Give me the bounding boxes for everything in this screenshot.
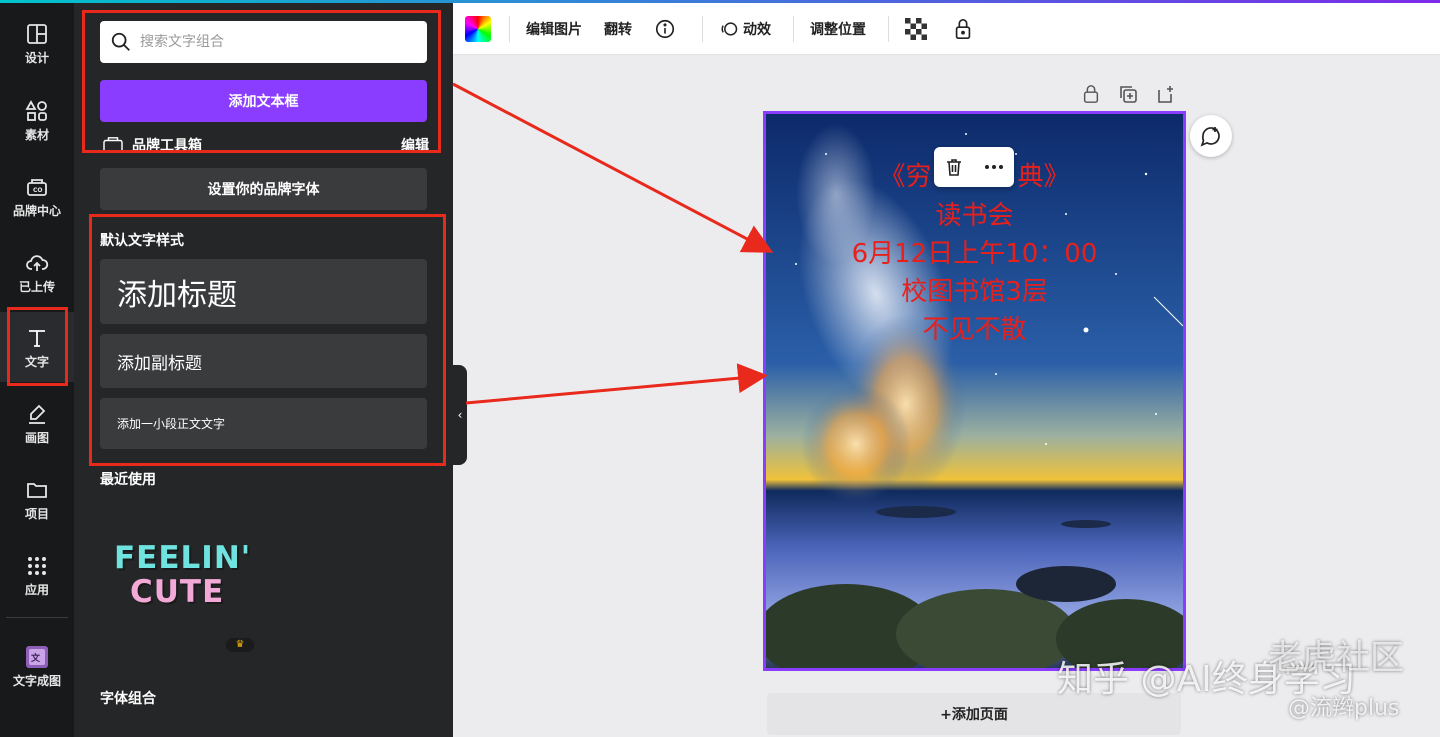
toolbar-divider xyxy=(793,15,794,42)
position-button[interactable]: 调整位置 xyxy=(810,19,866,39)
rail-item-text-to-image[interactable]: 文 文字成图 xyxy=(0,631,74,701)
design-canvas[interactable]: 《穷 典》 读书会 6月12日上午10：00 校图书馆3层 不见不散 xyxy=(763,111,1186,671)
transparency-button[interactable] xyxy=(905,17,931,40)
arrow-search-to-canvas xyxy=(452,82,774,253)
font-combos-title: 字体组合 xyxy=(100,691,156,707)
rail-label: 已上传 xyxy=(18,280,55,294)
color-picker-icon[interactable] xyxy=(465,15,491,42)
poster-line-time[interactable]: 6月12日上午10：00 xyxy=(766,233,1183,270)
lock-page-icon[interactable] xyxy=(1081,84,1101,104)
folder-icon xyxy=(27,483,47,498)
duplicate-page-icon[interactable] xyxy=(1118,84,1138,104)
apps-grid-icon xyxy=(28,557,46,575)
annotation-box-text-tab xyxy=(7,307,68,386)
svg-text:文: 文 xyxy=(30,652,41,664)
add-comment-button[interactable] xyxy=(1190,115,1232,157)
rail-label: 项目 xyxy=(24,507,49,521)
toolbar-divider xyxy=(702,15,703,42)
watermark-handle: @流辫plus xyxy=(1288,696,1400,721)
rail-item-apps[interactable]: 应用 xyxy=(0,540,74,610)
set-brand-font-button[interactable]: 设置你的品牌字体 xyxy=(100,168,427,210)
editor-toolbar: 编辑图片 翻转 动效 调整位置 xyxy=(453,3,1440,55)
annotation-box-default-styles xyxy=(89,214,446,466)
recent-combo-line1: FEELIN' xyxy=(114,540,252,576)
recent-title: 最近使用 xyxy=(100,472,156,488)
rail-item-design[interactable]: 设计 xyxy=(0,8,74,78)
rail-label: 文字成图 xyxy=(12,674,61,688)
shapes-icon xyxy=(25,100,47,121)
poster-title-end: 典》 xyxy=(1017,162,1070,192)
rail-item-projects[interactable]: 项目 xyxy=(0,464,74,534)
rail-item-uploads[interactable]: 已上传 xyxy=(0,237,74,307)
rail-label: 应用 xyxy=(24,583,49,597)
side-rail: 设计 素材 CO 品牌中心 已上传 文字 画图 项目 应用 文 文字成图 xyxy=(0,3,74,737)
watermark-site: 老虎社区 xyxy=(1268,638,1404,678)
rail-label: 品牌中心 xyxy=(12,204,61,218)
rail-label: 画图 xyxy=(24,431,49,445)
rail-divider xyxy=(6,617,68,618)
rail-item-elements[interactable]: 素材 xyxy=(0,85,74,155)
rail-item-draw[interactable]: 画图 xyxy=(0,388,74,458)
text-panel: 添加文本框 品牌工具箱 编辑 设置你的品牌字体 默认文字样式 添加标题 添加副标… xyxy=(74,3,453,737)
poster-line-location[interactable]: 校图书馆3层 xyxy=(766,271,1183,308)
animate-icon xyxy=(721,21,738,36)
page-tools xyxy=(1081,84,1175,104)
poster-line-event[interactable]: 读书会 xyxy=(766,195,1183,232)
element-context-menu xyxy=(934,147,1014,187)
recent-combo-line2: CUTE xyxy=(130,574,225,610)
animate-label: 动效 xyxy=(743,21,771,38)
annotation-box-search xyxy=(82,10,441,153)
toolbar-divider xyxy=(509,15,510,42)
arrow-styles-to-canvas xyxy=(465,363,768,405)
upload-cloud-icon xyxy=(26,255,49,271)
comment-add-icon xyxy=(1200,127,1220,147)
trash-icon[interactable] xyxy=(944,157,964,177)
rail-label: 素材 xyxy=(24,128,49,142)
poster-line-closing[interactable]: 不见不散 xyxy=(766,309,1183,346)
brand-icon: CO xyxy=(27,179,47,196)
info-button[interactable] xyxy=(654,18,680,40)
draw-icon xyxy=(29,404,46,424)
collapse-panel-handle[interactable]: ‹ xyxy=(453,365,467,465)
layout-icon xyxy=(27,24,47,44)
text-to-image-icon: 文 xyxy=(26,646,48,668)
recent-font-combo[interactable]: FEELIN' CUTE xyxy=(114,541,254,621)
more-options-icon[interactable] xyxy=(983,157,1005,177)
crown-icon: ♛ xyxy=(226,638,254,652)
lock-button[interactable] xyxy=(953,18,977,40)
lock-icon xyxy=(955,18,971,39)
poster-title-start: 《穷 xyxy=(879,162,932,192)
animate-button[interactable]: 动效 xyxy=(719,19,771,39)
add-page-icon[interactable] xyxy=(1155,84,1175,104)
rail-item-brand[interactable]: CO 品牌中心 xyxy=(0,161,74,231)
flip-button[interactable]: 翻转 xyxy=(604,19,632,39)
info-icon xyxy=(655,19,675,38)
transparency-icon xyxy=(905,17,927,40)
svg-text:CO: CO xyxy=(33,187,43,194)
rail-label: 设计 xyxy=(24,51,49,65)
edit-image-button[interactable]: 编辑图片 xyxy=(526,19,582,39)
toolbar-divider xyxy=(888,15,889,42)
